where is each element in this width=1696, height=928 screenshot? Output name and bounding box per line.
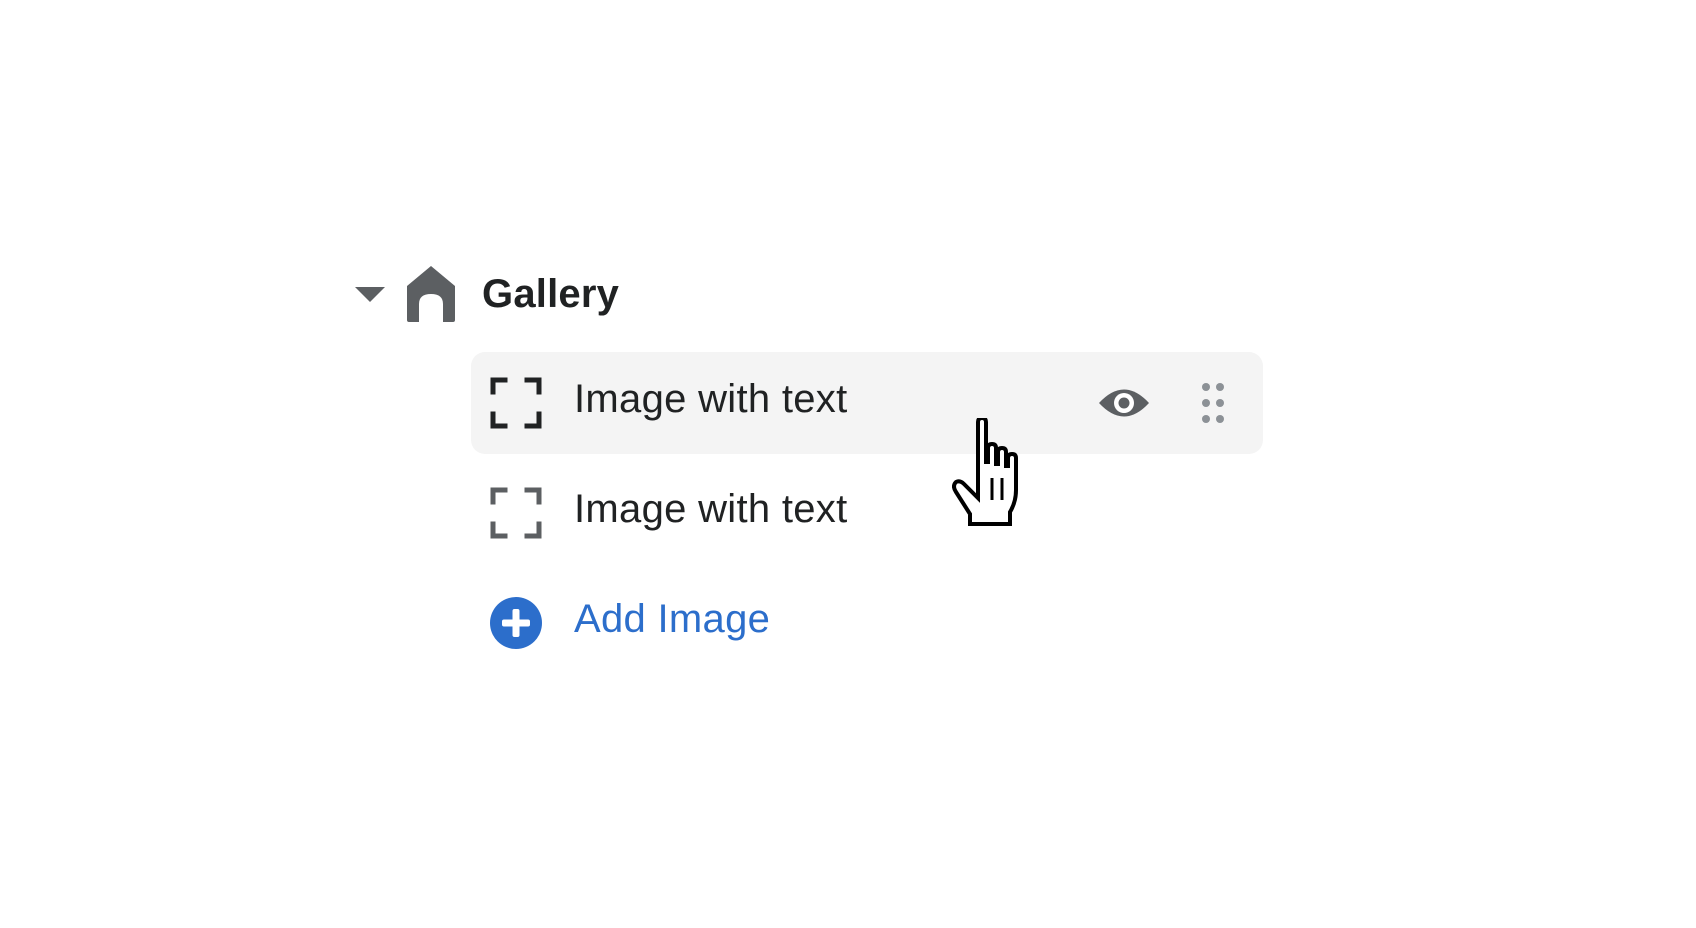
add-image-label: Add Image bbox=[574, 597, 771, 641]
image-frame-icon bbox=[490, 377, 542, 429]
theme-editor-section-tree: Gallery Image with text Image with text … bbox=[0, 0, 1696, 928]
caret-down-icon[interactable] bbox=[350, 274, 390, 314]
section-header-gallery[interactable]: Gallery bbox=[350, 260, 619, 328]
eye-icon[interactable] bbox=[1097, 380, 1151, 426]
section-icon bbox=[402, 264, 460, 324]
block-row-image-with-text[interactable]: Image with text bbox=[471, 352, 1263, 454]
plus-circle-icon bbox=[490, 597, 542, 649]
drag-handle-icon[interactable] bbox=[1198, 379, 1228, 427]
section-title: Gallery bbox=[482, 271, 620, 316]
image-frame-icon bbox=[490, 487, 542, 539]
block-label: Image with text bbox=[574, 487, 848, 531]
add-image-button[interactable]: Add Image bbox=[471, 572, 1263, 674]
block-label: Image with text bbox=[574, 377, 848, 421]
block-row-image-with-text[interactable]: Image with text bbox=[471, 462, 1263, 564]
